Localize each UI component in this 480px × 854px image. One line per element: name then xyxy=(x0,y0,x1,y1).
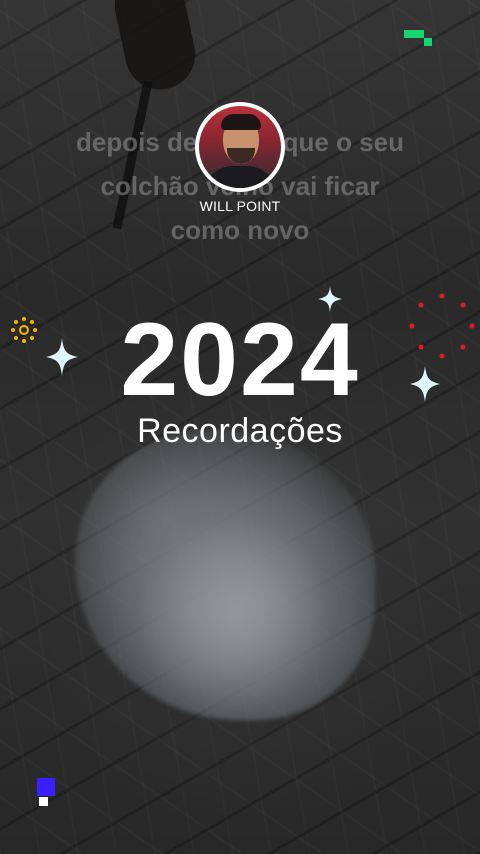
pixel-squares-icon xyxy=(37,778,55,796)
profile-avatar[interactable] xyxy=(197,104,283,190)
sparkle-icon xyxy=(410,366,440,402)
sun-dots-icon xyxy=(10,316,38,349)
memories-subtitle: Recordações xyxy=(137,412,343,450)
pixel-squares-icon xyxy=(418,30,424,38)
sparkle-icon xyxy=(318,286,342,312)
avatar-photo xyxy=(199,106,281,188)
pixel-squares-icon xyxy=(39,797,48,806)
pixel-squares-icon xyxy=(424,38,432,46)
pixel-squares-icon xyxy=(404,30,418,38)
tool-handle xyxy=(108,0,202,96)
red-dot-ring-icon xyxy=(406,290,478,367)
caption-line-3: como novo xyxy=(170,215,310,245)
profile-username[interactable]: WILL POINT xyxy=(0,198,480,214)
baking-soda-pile-center xyxy=(130,520,340,710)
sparkle-icon xyxy=(46,338,78,376)
baking-soda-pile xyxy=(75,430,375,720)
